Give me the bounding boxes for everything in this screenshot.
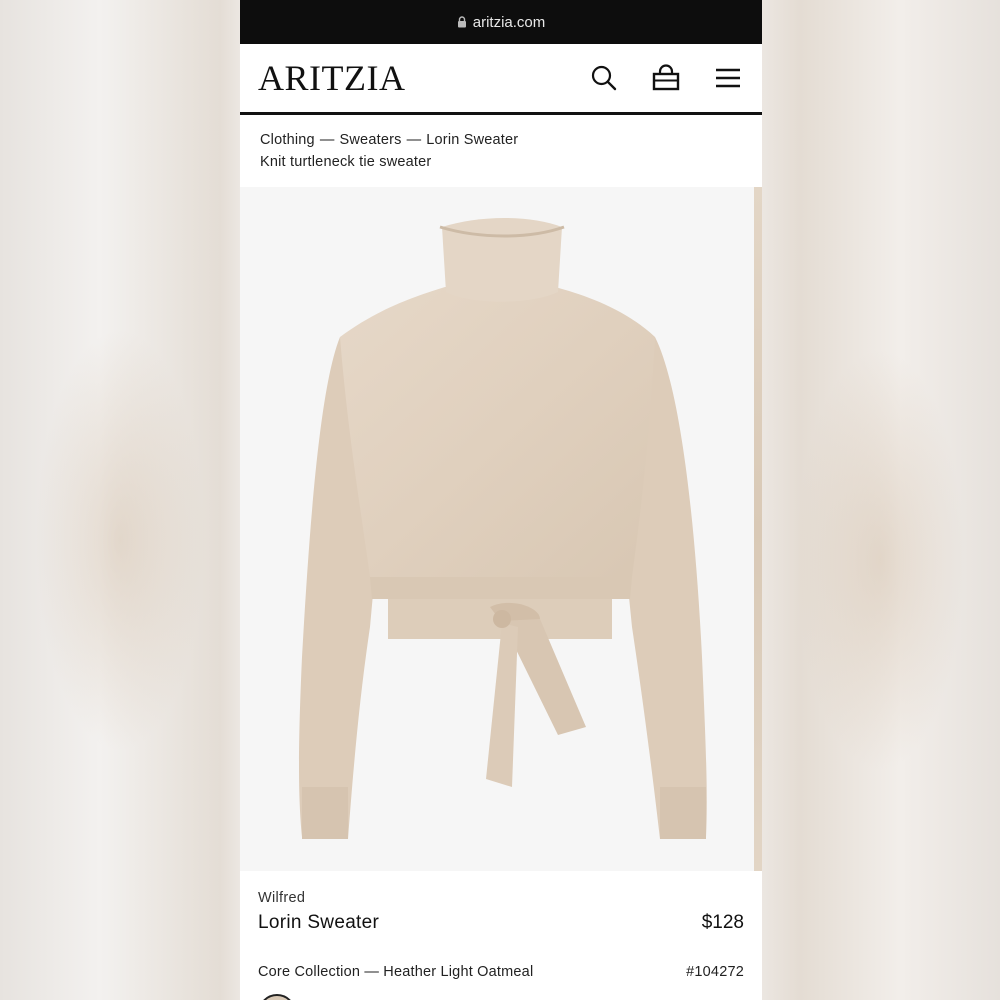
product-subtitle: Knit turtleneck tie sweater (260, 154, 432, 170)
product-image[interactable] (240, 187, 762, 871)
color-style-row: Core Collection — Heather Light Oatmeal … (258, 964, 744, 980)
next-image-peek[interactable] (754, 187, 762, 871)
breadcrumb-item-current: Lorin Sweater (426, 132, 519, 148)
breadcrumb-item-clothing[interactable]: Clothing (260, 132, 315, 148)
product-info: Wilfred Lorin Sweater $128 Core Collecti… (258, 890, 744, 980)
search-button[interactable] (588, 62, 620, 94)
breadcrumb-separator: — (406, 132, 422, 148)
lock-icon (457, 16, 467, 28)
browser-url-text: aritzia.com (472, 13, 546, 31)
product-brand[interactable]: Wilfred (258, 890, 744, 906)
brand-logo[interactable]: ARITZIA (258, 57, 405, 99)
breadcrumb-item-sweaters[interactable]: Sweaters (340, 132, 402, 148)
search-icon (591, 65, 617, 91)
shopping-bag-button[interactable] (650, 62, 682, 94)
browser-url-bar[interactable]: aritzia.com (240, 0, 762, 44)
bag-icon (652, 64, 680, 91)
product-name: Lorin Sweater (258, 912, 380, 933)
style-number: #104272 (686, 964, 744, 980)
breadcrumb-section: Clothing — Sweaters — Lorin Sweater Knit tur… (240, 115, 762, 183)
site-header: ARITZIA (240, 44, 762, 115)
name-price-row: Lorin Sweater $128 (258, 912, 744, 934)
sweater-illustration (299, 218, 707, 839)
collection-color-label: Core Collection — Heather Light Oatmeal (258, 964, 534, 980)
color-swatch[interactable] (258, 994, 296, 1000)
product-price: $128 (701, 912, 744, 933)
menu-icon (716, 68, 740, 88)
menu-button[interactable] (712, 62, 744, 94)
phone-screen: aritzia.com ARITZIA Clothing — Sweaters … (240, 0, 762, 1000)
breadcrumb-separator: — (319, 132, 335, 148)
header-actions (588, 62, 744, 94)
breadcrumb: Clothing — Sweaters — Lorin Sweater (260, 129, 742, 151)
